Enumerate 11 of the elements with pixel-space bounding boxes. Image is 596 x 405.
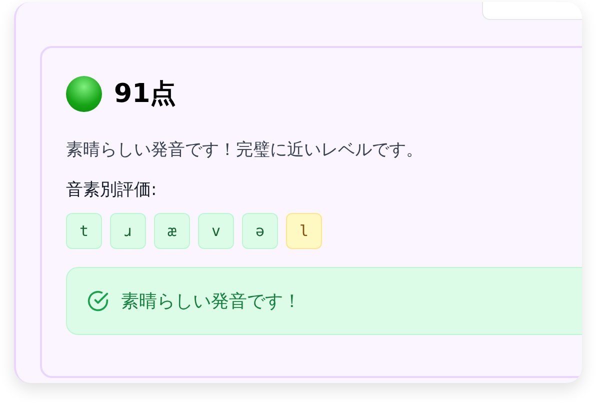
feedback-message: 素晴らしい発音です！完璧に近いレベルです。 [66,139,424,162]
success-text: 素晴らしい発音です！ [121,290,301,314]
phoneme-chip: t [66,213,102,249]
check-circle-icon [87,290,109,312]
phoneme-chip: l [286,213,322,249]
phoneme-chip: ə [242,213,278,249]
phoneme-label: 音素別評価: [66,178,158,202]
phoneme-chip: v [198,213,234,249]
phoneme-chip: ɹ [110,213,146,249]
score-text: 91点 [114,81,176,107]
phoneme-chip: æ [154,213,190,249]
